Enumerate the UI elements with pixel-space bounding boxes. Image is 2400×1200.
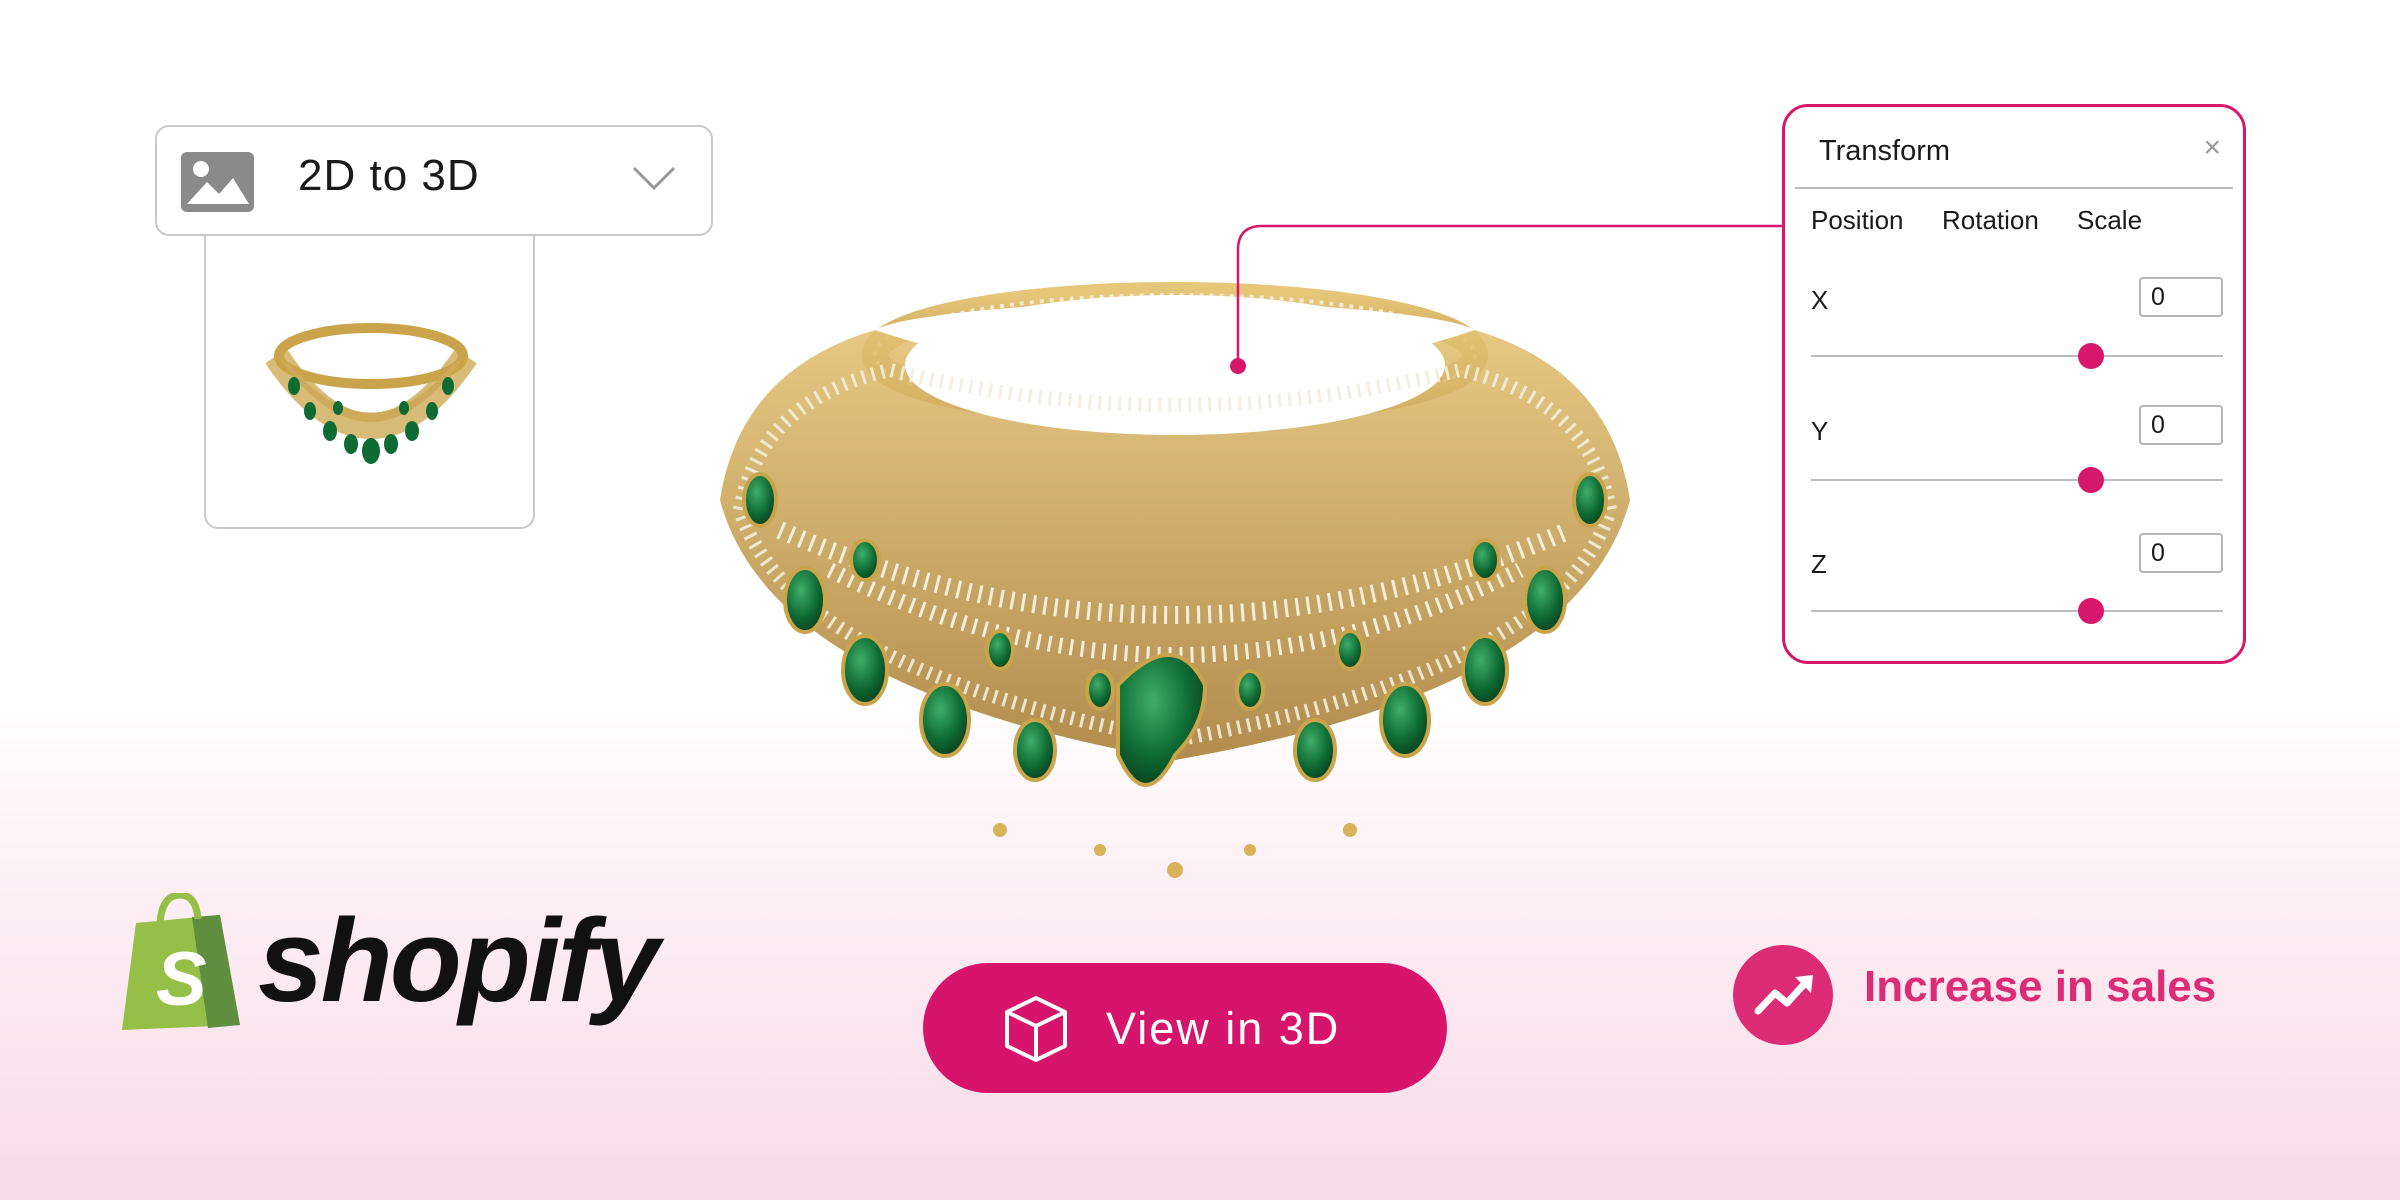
view-in-3d-label: View in 3D bbox=[1106, 1003, 1341, 1054]
y-slider-track[interactable] bbox=[1811, 479, 2223, 481]
z-slider-thumb[interactable] bbox=[2078, 598, 2105, 624]
z-slider-track[interactable] bbox=[1811, 610, 2223, 612]
axis-label-x: X bbox=[1811, 285, 1829, 315]
cube-icon bbox=[1005, 996, 1067, 1062]
close-icon[interactable]: × bbox=[2203, 133, 2221, 163]
svg-text:S: S bbox=[156, 937, 207, 1022]
z-value-input[interactable] bbox=[2139, 533, 2223, 573]
view-in-3d-button[interactable]: View in 3D bbox=[923, 963, 1447, 1093]
chevron-down-icon[interactable] bbox=[631, 163, 677, 193]
panel-title: Transform bbox=[1819, 135, 1951, 167]
x-value-input[interactable] bbox=[2139, 277, 2223, 317]
tab-rotation[interactable]: Rotation bbox=[1942, 205, 2039, 236]
shopify-bag-icon: S bbox=[122, 893, 240, 1030]
axis-label-z: Z bbox=[1811, 549, 1827, 579]
shopify-wordmark: shopify bbox=[258, 895, 660, 1027]
x-slider-track[interactable] bbox=[1811, 355, 2223, 357]
increase-in-sales-label: Increase in sales bbox=[1864, 962, 2217, 1011]
tab-scale[interactable]: Scale bbox=[2077, 205, 2142, 236]
panel-divider bbox=[1795, 187, 2233, 189]
necklace-thumbnail-image bbox=[265, 323, 477, 464]
axis-label-y: Y bbox=[1811, 416, 1829, 446]
dropdown-label: 2D to 3D bbox=[298, 151, 480, 200]
connector-line bbox=[1230, 224, 1790, 374]
trending-up-icon bbox=[1733, 945, 1833, 1045]
transform-panel: Transform × Position Rotation Scale X Y … bbox=[1782, 104, 2246, 664]
image-icon bbox=[181, 152, 254, 212]
source-image-thumbnail[interactable] bbox=[204, 236, 535, 529]
x-slider-thumb[interactable] bbox=[2078, 343, 2105, 369]
y-value-input[interactable] bbox=[2139, 405, 2223, 445]
mode-dropdown[interactable]: 2D to 3D bbox=[155, 125, 713, 236]
tab-position[interactable]: Position bbox=[1811, 205, 1904, 236]
y-slider-thumb[interactable] bbox=[2078, 467, 2105, 493]
